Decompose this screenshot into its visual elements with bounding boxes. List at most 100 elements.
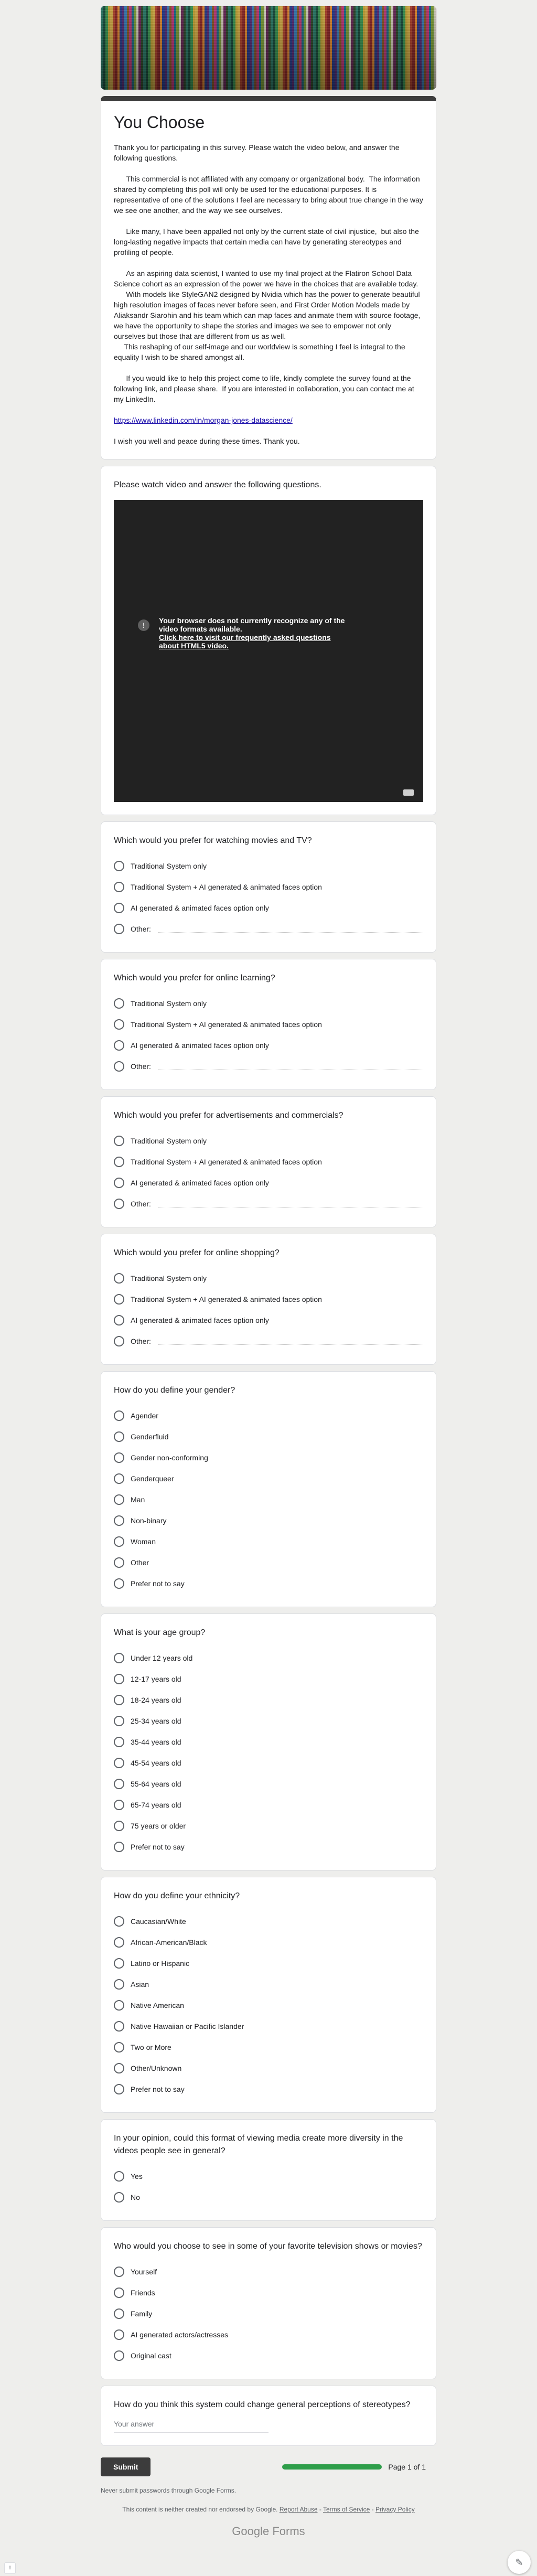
radio-button[interactable] (114, 1431, 124, 1442)
radio-option[interactable]: Other (114, 1552, 423, 1573)
report-icon[interactable]: ! (4, 2562, 16, 2574)
radio-button[interactable] (114, 861, 124, 871)
linkedin-link[interactable]: https://www.linkedin.com/in/morgan-jones… (114, 416, 293, 424)
radio-button[interactable] (114, 2288, 124, 2298)
radio-option[interactable]: AI generated & animated faces option onl… (114, 1035, 423, 1056)
radio-button[interactable] (114, 1178, 124, 1188)
radio-button[interactable] (114, 924, 124, 934)
radio-button[interactable] (114, 882, 124, 892)
radio-option[interactable]: Asian (114, 1974, 423, 1995)
radio-button[interactable] (114, 1515, 124, 1526)
radio-button[interactable] (114, 1674, 124, 1684)
radio-button[interactable] (114, 1536, 124, 1547)
radio-option[interactable]: Prefer not to say (114, 1573, 423, 1594)
radio-option[interactable]: Agender (114, 1405, 423, 1426)
privacy-link[interactable]: Privacy Policy (375, 2506, 415, 2513)
radio-option[interactable]: Native Hawaiian or Pacific Islander (114, 2016, 423, 2037)
radio-button[interactable] (114, 1916, 124, 1927)
edit-pencil-icon[interactable]: ✎ (508, 2551, 531, 2574)
radio-button[interactable] (114, 2063, 124, 2073)
radio-button[interactable] (114, 2000, 124, 2011)
radio-button[interactable] (114, 2329, 124, 2340)
radio-option[interactable]: Genderfluid (114, 1426, 423, 1447)
radio-option[interactable]: AI generated & animated faces option onl… (114, 897, 423, 918)
radio-option[interactable]: 35-44 years old (114, 1731, 423, 1752)
radio-option[interactable]: Non-binary (114, 1510, 423, 1531)
radio-button[interactable] (114, 1473, 124, 1484)
radio-option[interactable]: Man (114, 1489, 423, 1510)
youtube-logo-icon[interactable] (403, 789, 414, 796)
radio-option[interactable]: AI generated actors/actresses (114, 2324, 423, 2345)
radio-option[interactable]: Two or More (114, 2037, 423, 2058)
radio-option[interactable]: Other: (114, 1056, 423, 1077)
radio-option[interactable]: Prefer not to say (114, 1836, 423, 1857)
radio-button[interactable] (114, 1273, 124, 1284)
radio-option[interactable]: AI generated & animated faces option onl… (114, 1310, 423, 1331)
radio-button[interactable] (114, 2171, 124, 2182)
radio-option[interactable]: Friends (114, 2282, 423, 2303)
radio-option[interactable]: 18-24 years old (114, 1690, 423, 1711)
radio-option[interactable]: 45-54 years old (114, 1752, 423, 1773)
radio-button[interactable] (114, 1979, 124, 1990)
video-faq-link[interactable]: Click here to visit our frequently asked… (159, 633, 348, 650)
radio-option[interactable]: 65-74 years old (114, 1794, 423, 1815)
radio-button[interactable] (114, 2084, 124, 2094)
radio-button[interactable] (114, 1653, 124, 1663)
radio-button[interactable] (114, 1157, 124, 1167)
radio-option[interactable]: Genderqueer (114, 1468, 423, 1489)
radio-button[interactable] (114, 2350, 124, 2361)
radio-option[interactable]: Traditional System only (114, 1268, 423, 1289)
radio-button[interactable] (114, 2267, 124, 2277)
radio-option[interactable]: Yes (114, 2166, 423, 2187)
radio-button[interactable] (114, 1136, 124, 1146)
radio-button[interactable] (114, 1557, 124, 1568)
radio-option[interactable]: 12-17 years old (114, 1669, 423, 1690)
radio-option[interactable]: 25-34 years old (114, 1711, 423, 1731)
radio-option[interactable]: Traditional System only (114, 1130, 423, 1151)
radio-button[interactable] (114, 1019, 124, 1030)
radio-option[interactable]: Traditional System only (114, 993, 423, 1014)
other-text-input[interactable] (158, 925, 423, 933)
radio-button[interactable] (114, 1779, 124, 1789)
radio-option[interactable]: Family (114, 2303, 423, 2324)
radio-button[interactable] (114, 1315, 124, 1326)
radio-button[interactable] (114, 1061, 124, 1072)
terms-link[interactable]: Terms of Service (323, 2506, 370, 2513)
submit-button[interactable]: Submit (101, 2457, 151, 2476)
radio-option[interactable]: Yourself (114, 2261, 423, 2282)
radio-option[interactable]: Other/Unknown (114, 2058, 423, 2079)
radio-button[interactable] (114, 1336, 124, 1346)
radio-button[interactable] (114, 2308, 124, 2319)
radio-button[interactable] (114, 1842, 124, 1852)
radio-option[interactable]: Caucasian/White (114, 1911, 423, 1932)
radio-button[interactable] (114, 2021, 124, 2032)
radio-button[interactable] (114, 2192, 124, 2203)
radio-option[interactable]: 75 years or older (114, 1815, 423, 1836)
radio-button[interactable] (114, 1737, 124, 1747)
radio-option[interactable]: Original cast (114, 2345, 423, 2366)
other-text-input[interactable] (158, 1338, 423, 1345)
radio-button[interactable] (114, 1716, 124, 1726)
radio-option[interactable]: African-American/Black (114, 1932, 423, 1953)
radio-button[interactable] (114, 1294, 124, 1305)
radio-option[interactable]: Traditional System + AI generated & anim… (114, 1014, 423, 1035)
other-text-input[interactable] (158, 1063, 423, 1070)
radio-button[interactable] (114, 1578, 124, 1589)
radio-option[interactable]: Prefer not to say (114, 2079, 423, 2100)
radio-button[interactable] (114, 1821, 124, 1831)
answer-text-input[interactable]: Your answer (114, 2420, 268, 2433)
radio-option[interactable]: Other: (114, 1193, 423, 1214)
radio-button[interactable] (114, 2042, 124, 2053)
radio-option[interactable]: Traditional System + AI generated & anim… (114, 1151, 423, 1172)
radio-button[interactable] (114, 1199, 124, 1209)
radio-option[interactable]: Under 12 years old (114, 1648, 423, 1669)
radio-option[interactable]: Traditional System + AI generated & anim… (114, 1289, 423, 1310)
radio-option[interactable]: Native American (114, 1995, 423, 2016)
radio-button[interactable] (114, 1800, 124, 1810)
radio-button[interactable] (114, 903, 124, 913)
radio-option[interactable]: No (114, 2187, 423, 2208)
radio-button[interactable] (114, 998, 124, 1009)
radio-button[interactable] (114, 1494, 124, 1505)
radio-option[interactable]: Traditional System only (114, 856, 423, 877)
radio-option[interactable]: Other: (114, 1331, 423, 1352)
